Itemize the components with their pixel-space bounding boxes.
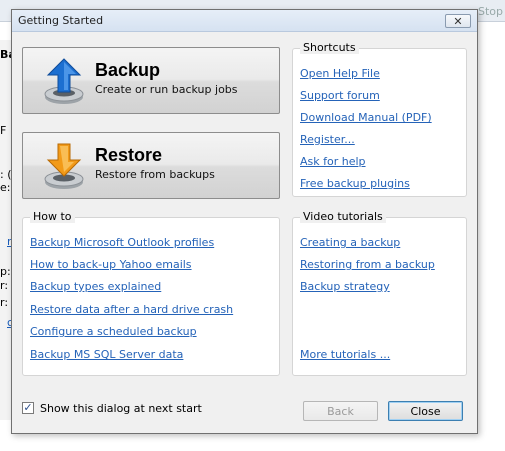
video-tutorial-link[interactable]: Restoring from a backup [300,258,435,271]
restore-title: Restore [95,145,163,165]
bg-fragment: r: [0,279,9,292]
howto-group-title: How to [30,210,75,223]
more-tutorials-link[interactable]: More tutorials ... [300,348,390,361]
backup-button[interactable]: Backup Create or run backup jobs [22,47,280,114]
support-forum-link[interactable]: Support forum [300,89,380,102]
show-at-start-checkbox[interactable]: ✓ [22,402,34,414]
restore-arrow-icon [44,143,84,189]
howto-group: How to Backup Microsoft Outlook profiles… [22,210,280,376]
free-backup-plugins-link[interactable]: Free backup plugins [300,177,410,190]
show-at-start-label[interactable]: Show this dialog at next start [40,402,202,415]
howto-link[interactable]: Backup MS SQL Server data [30,348,183,361]
bg-fragment: r: [0,296,9,309]
restore-subtitle: Restore from backups [95,168,215,181]
getting-started-dialog: Getting Started ✕ Backup Create or run b… [11,9,478,434]
howto-link[interactable]: Restore data after a hard drive crash [30,303,233,316]
close-button[interactable]: Close [388,401,463,421]
backup-subtitle: Create or run backup jobs [95,83,238,96]
shortcuts-group: Shortcuts Open Help File Support forum D… [292,41,467,197]
howto-link[interactable]: Configure a scheduled backup [30,325,197,338]
bg-fragment: : ( [0,168,12,181]
restore-button[interactable]: Restore Restore from backups [22,132,280,199]
close-icon[interactable]: ✕ [445,14,471,28]
dialog-title: Getting Started [18,14,104,27]
back-button[interactable]: Back [303,401,378,421]
ask-for-help-link[interactable]: Ask for help [300,155,366,168]
stop-toolbar-label[interactable]: Stop [478,5,503,18]
register-link[interactable]: Register... [300,133,355,146]
download-manual-link[interactable]: Download Manual (PDF) [300,111,432,124]
backup-title: Backup [95,60,161,80]
dialog-titlebar[interactable]: Getting Started ✕ [12,10,477,32]
bg-fragment: F [0,124,7,137]
video-tutorial-link[interactable]: Creating a backup [300,236,400,249]
howto-link[interactable]: Backup types explained [30,280,161,293]
bg-fragment: e: [0,181,11,194]
open-help-file-link[interactable]: Open Help File [300,67,380,80]
howto-link[interactable]: Backup Microsoft Outlook profiles [30,236,214,249]
shortcuts-group-title: Shortcuts [300,41,359,54]
video-tutorials-group-title: Video tutorials [300,210,386,223]
bg-fragment: p: [0,265,11,278]
howto-link[interactable]: How to back-up Yahoo emails [30,258,192,271]
video-tutorial-link[interactable]: Backup strategy [300,280,390,293]
backup-arrow-icon [44,58,84,104]
video-tutorials-group: Video tutorials Creating a backup Restor… [292,210,467,376]
